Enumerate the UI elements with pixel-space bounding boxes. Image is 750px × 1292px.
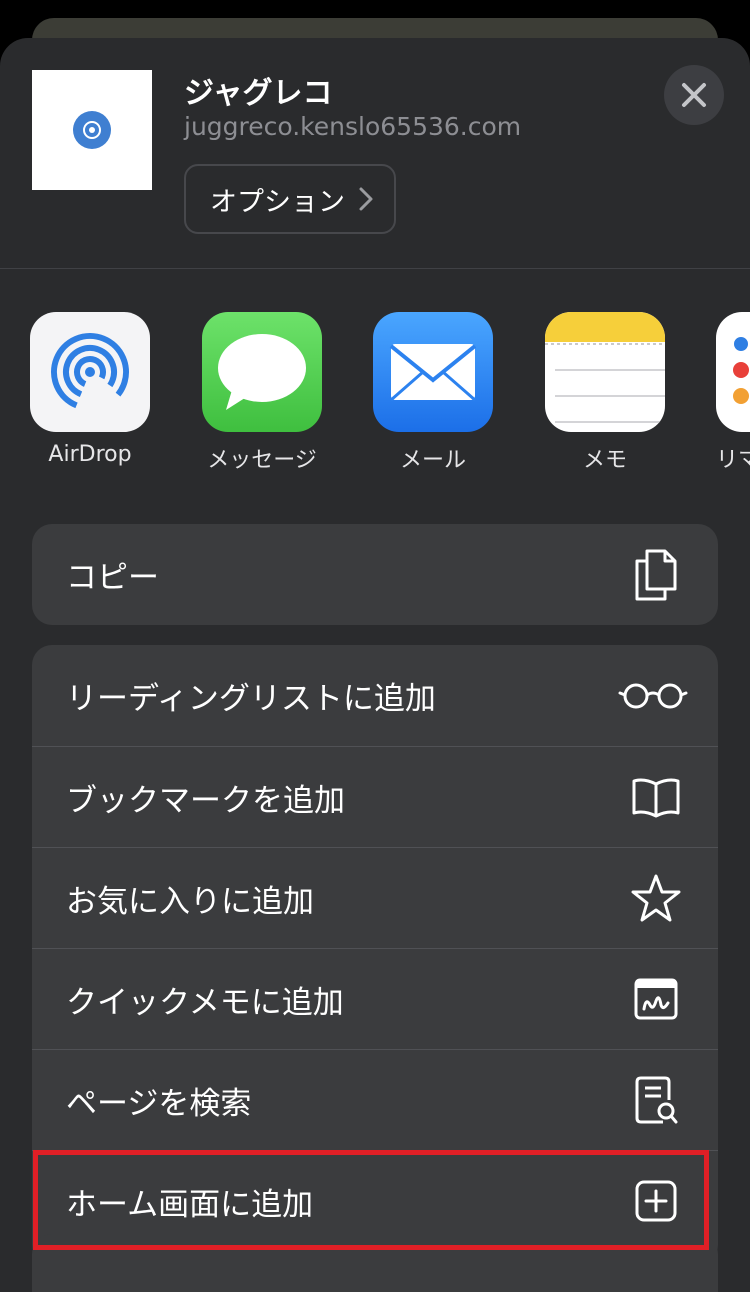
share-app-row: AirDrop メッセージ メール メモ リマ [0,312,750,482]
app-label: AirDrop [48,442,132,467]
action-label: お気に入りに追加 [66,883,314,920]
action-reading-list[interactable]: リーディングリストに追加 [32,645,718,746]
share-sheet-screen: ジャグレコ juggreco.kenslo65536.com オプション Air… [0,0,750,1292]
action-copy[interactable]: コピー [32,524,718,625]
header-divider [0,268,750,269]
action-bookmark[interactable]: ブックマークを追加 [32,746,718,847]
close-icon [682,83,706,107]
app-airdrop[interactable]: AirDrop [30,312,150,467]
app-messages[interactable]: メッセージ [202,312,322,474]
action-favorites[interactable]: お気に入りに追加 [32,847,718,948]
action-find-on-page[interactable]: ページを検索 [32,1049,718,1150]
star-icon [624,868,688,928]
site-thumbnail [32,70,152,190]
site-url: juggreco.kenslo65536.com [184,112,522,141]
reminders-icon [716,312,750,432]
close-button[interactable] [664,65,724,125]
app-label: メッセージ [207,448,317,473]
app-label: メモ [582,448,627,473]
app-label: メール [399,448,466,473]
action-quick-note[interactable]: クイックメモに追加 [32,948,718,1049]
app-notes[interactable]: メモ [545,312,665,474]
find-in-page-icon [624,1070,688,1130]
airdrop-icon [30,312,150,432]
options-label: オプション [210,186,345,218]
next-group-peek [32,1234,718,1292]
copy-group: コピー [32,524,718,625]
add-square-icon [624,1171,688,1231]
site-logo-icon [73,111,111,149]
chevron-right-icon [359,187,373,211]
app-mail[interactable]: メール [373,312,493,474]
book-icon [624,767,688,827]
action-label: コピー [66,560,159,596]
glasses-icon [618,666,688,726]
site-title: ジャグレコ [184,76,333,111]
action-label: ブックマークを追加 [66,782,345,819]
app-label: リマ [716,448,750,473]
options-button[interactable]: オプション [184,164,396,234]
action-label: クイックメモに追加 [66,984,344,1021]
action-label: リーディングリストに追加 [66,681,436,717]
action-label: ページを検索 [66,1085,252,1122]
actions-group: リーディングリストに追加 ブックマークを追加 お気に入りに追加 クイックメモに追… [32,645,718,1265]
action-label: ホーム画面に追加 [66,1186,314,1223]
messages-icon [202,312,322,432]
copy-icon [624,545,688,605]
quick-note-icon [624,969,688,1029]
notes-icon [545,312,665,432]
app-reminders[interactable]: リマ [716,312,750,474]
mail-icon [373,312,493,432]
